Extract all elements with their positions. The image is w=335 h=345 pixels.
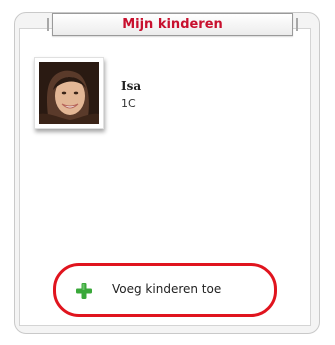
- plus-icon: [76, 283, 92, 299]
- add-children-button[interactable]: Voeg kinderen toe: [53, 263, 277, 317]
- child-name: Isa: [121, 79, 142, 93]
- child-avatar-frame[interactable]: [34, 57, 104, 129]
- child-avatar: [39, 62, 99, 124]
- panel-title: Mijn kinderen: [47, 13, 298, 36]
- child-class: 1C: [121, 97, 136, 110]
- child-card[interactable]: Isa 1C: [34, 57, 234, 153]
- add-children-label: Voeg kinderen toe: [112, 282, 222, 296]
